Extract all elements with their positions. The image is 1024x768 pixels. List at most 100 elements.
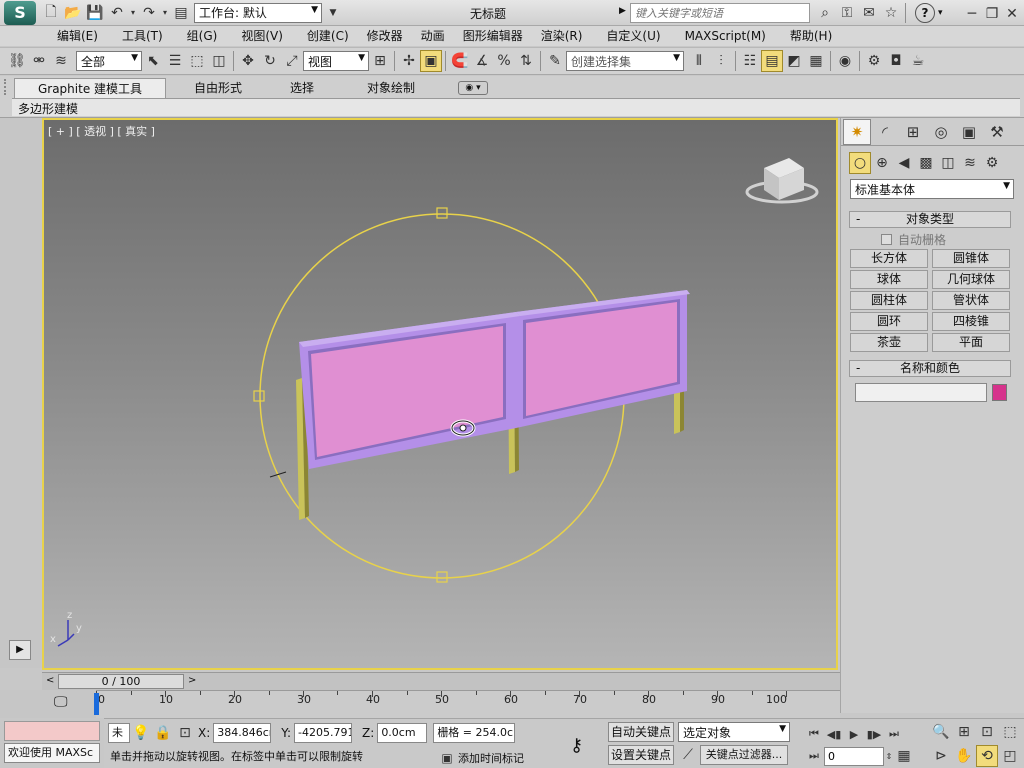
favorites-star-icon[interactable]: ☆ [880, 2, 902, 24]
time-slider-thumb[interactable]: 0 / 100 [58, 674, 184, 689]
select-object-icon[interactable]: ⬉ [142, 50, 164, 72]
workspace-dropdown[interactable]: 工作台: 默认 ▼ [194, 2, 322, 23]
orbit-icon[interactable]: ⟲ [976, 744, 998, 767]
create-tab-icon[interactable]: ✷ [843, 118, 871, 145]
render-setup-icon[interactable]: ⚙ [863, 50, 885, 72]
perspective-viewport[interactable]: [ + ] [ 透视 ] [ 真实 ] z y x [42, 118, 838, 670]
time-config-icon[interactable]: ▦ [894, 745, 914, 767]
tab-graphite-modeling[interactable]: Graphite 建模工具 [14, 78, 166, 98]
autogrid-checkbox[interactable] [881, 233, 892, 245]
selection-lock-icon[interactable]: 🔒 [152, 722, 174, 744]
object-type-rollout-header[interactable]: - 对象类型 [849, 211, 1011, 228]
select-scale-icon[interactable]: ⤢ [281, 50, 303, 72]
menu-group[interactable]: 组(G) [178, 27, 227, 45]
sphere-button[interactable]: 球体 [850, 270, 928, 289]
layer-manager-icon[interactable]: ☷ [739, 50, 761, 72]
binoculars-search-icon[interactable]: ⌕ [814, 2, 836, 24]
search-input[interactable] [630, 3, 810, 23]
maximize-viewport-icon[interactable]: ◰ [999, 745, 1021, 767]
tab-selection[interactable]: 选择 [270, 78, 334, 98]
field-of-view-icon[interactable]: ⊳ [930, 745, 952, 767]
teapot-button[interactable]: 茶壶 [850, 333, 928, 352]
key-mode-icon[interactable]: ⏭ [804, 745, 824, 767]
zoom-extents-all-icon[interactable]: ⬚ [999, 721, 1021, 743]
communication-center-icon[interactable]: ✉ [858, 2, 880, 24]
viewcube[interactable] [745, 158, 819, 204]
project-folder-icon[interactable]: ▤ [170, 2, 192, 24]
y-coordinate-field[interactable]: -4205.791c [294, 723, 353, 743]
trackbar[interactable]: 0 10 20 30 40 50 60 70 80 90 100 [94, 690, 840, 718]
motion-tab-icon[interactable]: ◎ [927, 119, 955, 145]
previous-frame-icon[interactable]: ◀▮ [824, 723, 844, 745]
menu-maxscript[interactable]: MAXScript(M) [676, 27, 775, 45]
lights-category-icon[interactable]: ◀ [893, 152, 915, 174]
graphite-toggle-icon[interactable]: ▤ [761, 50, 783, 72]
redo-dropdown-icon[interactable]: ▾ [160, 2, 170, 24]
maxscript-mini-listener[interactable] [4, 721, 100, 741]
time-slider-prev-icon[interactable]: < [46, 675, 54, 686]
key-filters-curve-icon[interactable]: ⟋ [678, 745, 698, 765]
reference-coord-dropdown[interactable]: 视图 ▼ [303, 51, 369, 71]
time-slider-next-icon[interactable]: > [188, 675, 196, 686]
menu-tools[interactable]: 工具(T) [113, 27, 172, 45]
select-manipulate-icon[interactable]: ✢ [398, 50, 420, 72]
save-file-icon[interactable]: 💾 [84, 2, 106, 24]
tab-freeform[interactable]: 自由形式 [166, 78, 270, 98]
unlink-icon[interactable]: ⚮ [28, 50, 50, 72]
cone-button[interactable]: 圆锥体 [932, 249, 1010, 268]
x-coordinate-field[interactable]: 384.846cm [213, 723, 272, 743]
edit-named-selection-icon[interactable]: ✎ [544, 50, 566, 72]
collapse-left-button[interactable]: ▶ [9, 640, 31, 660]
menu-graph-editors[interactable]: 图形编辑器 [454, 27, 532, 45]
menu-customize[interactable]: 自定义(U) [597, 27, 669, 45]
selected-object-dropdown[interactable]: 选定对象 ▼ [678, 722, 790, 742]
modify-tab-icon[interactable]: ◜ [871, 119, 899, 145]
pan-view-icon[interactable]: ✋ [953, 745, 975, 767]
bind-space-warp-icon[interactable]: ≋ [50, 50, 72, 72]
window-crossing-icon[interactable]: ◫ [208, 50, 230, 72]
select-move-icon[interactable]: ✥ [237, 50, 259, 72]
undo-dropdown-icon[interactable]: ▾ [128, 2, 138, 24]
menu-views[interactable]: 视图(V) [232, 27, 292, 45]
box-button[interactable]: 长方体 [850, 249, 928, 268]
cylinder-button[interactable]: 圆柱体 [850, 291, 928, 310]
help-dropdown-icon[interactable]: ▾ [938, 8, 943, 18]
selection-filter-dropdown[interactable]: 全部 ▼ [76, 51, 142, 71]
undo-icon[interactable]: ↶ [106, 2, 128, 24]
named-selection-dropdown[interactable]: 创建选择集 ▼ [566, 51, 684, 71]
display-tab-icon[interactable]: ▣ [955, 119, 983, 145]
frame-spinner-icon[interactable]: ⇕ [884, 745, 894, 767]
shapes-category-icon[interactable]: ⊕ [871, 152, 893, 174]
gizmo-handle-bottom[interactable] [436, 571, 448, 583]
open-file-icon[interactable]: 📂 [62, 2, 84, 24]
search-field[interactable] [631, 4, 809, 22]
auto-key-button[interactable]: 自动关键点 [608, 722, 674, 742]
zoom-all-icon[interactable]: ⊞ [953, 721, 975, 743]
menu-help[interactable]: 帮助(H) [781, 27, 841, 45]
schematic-view-icon[interactable]: ▦ [805, 50, 827, 72]
name-color-rollout-header[interactable]: - 名称和颜色 [849, 360, 1011, 377]
render-production-icon[interactable]: ☕ [907, 50, 929, 72]
spinner-snap-icon[interactable]: ⇅ [515, 50, 537, 72]
next-frame-icon[interactable]: ▮▶ [864, 723, 884, 745]
geometry-type-dropdown[interactable]: 标准基本体 ▼ [850, 179, 1014, 199]
go-to-end-icon[interactable]: ⏭ [884, 723, 904, 745]
set-key-button[interactable]: 设置关键点 [608, 745, 674, 765]
zoom-icon[interactable]: 🔍 [930, 721, 952, 743]
curve-editor-icon[interactable]: ◩ [783, 50, 805, 72]
play-icon[interactable]: ▶ [844, 723, 864, 745]
polygon-modeling-label[interactable]: 多边形建模 [18, 100, 78, 117]
absolute-mode-icon[interactable]: ⊡ [174, 722, 196, 744]
z-coordinate-field[interactable]: 0.0cm [377, 723, 428, 743]
menu-rendering[interactable]: 渲染(R) [532, 27, 592, 45]
zoom-extents-icon[interactable]: ⊡ [976, 721, 998, 743]
select-rotate-icon[interactable]: ↻ [259, 50, 281, 72]
geosphere-button[interactable]: 几何球体 [932, 270, 1010, 289]
help-button[interactable]: ? [915, 3, 935, 23]
new-file-icon[interactable]: 🗋 [40, 2, 62, 24]
restore-icon[interactable]: ❐ [982, 3, 1002, 25]
quick-access-dropdown-icon[interactable]: ▼ [322, 2, 344, 24]
material-editor-icon[interactable]: ◉ [834, 50, 856, 72]
tab-object-paint[interactable]: 对象绘制 [334, 78, 448, 98]
gizmo-handle-top[interactable] [436, 207, 448, 219]
